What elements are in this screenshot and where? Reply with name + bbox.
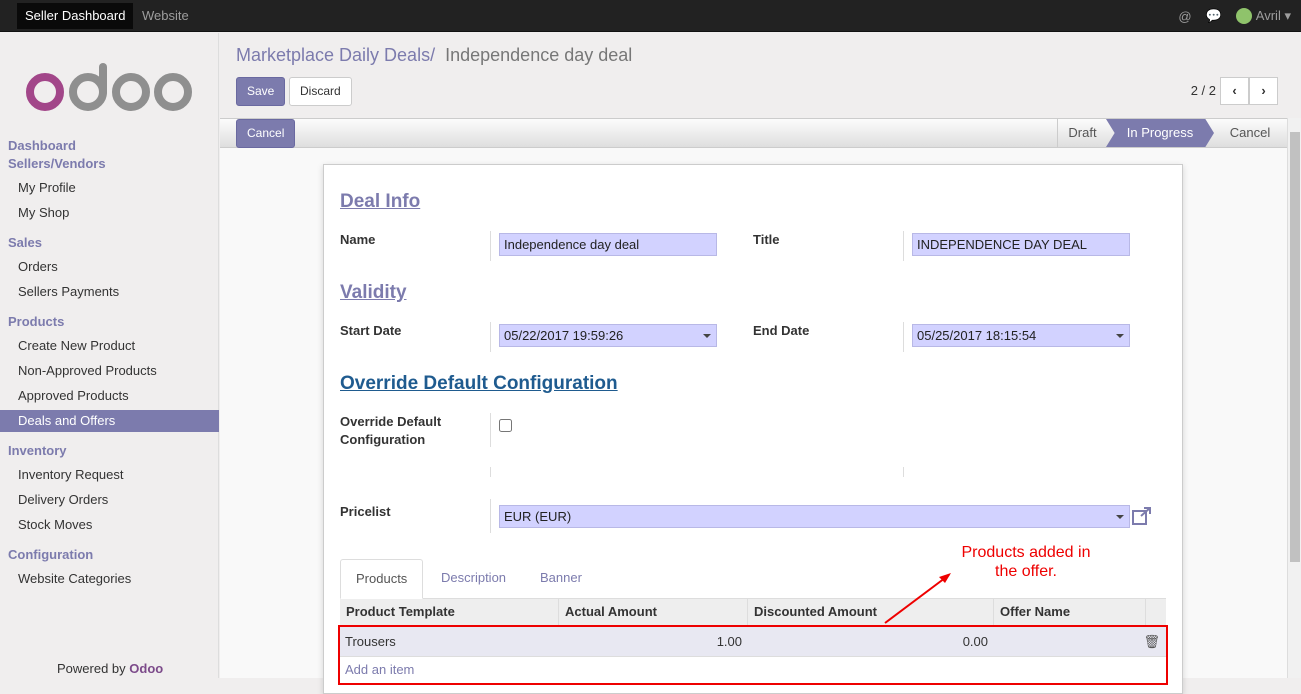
- table-header: Product Template Actual Amount Discounte…: [340, 599, 1166, 625]
- sidebar: Dashboard Sellers/Vendors My Profile My …: [0, 33, 219, 678]
- prev-record-button[interactable]: ‹: [1220, 77, 1249, 105]
- pricelist-select[interactable]: EUR (EUR): [499, 505, 1130, 528]
- title-label: Title: [753, 232, 780, 247]
- end-date-value: 05/25/2017 18:15:54: [917, 328, 1037, 343]
- pricelist-value: EUR (EUR): [504, 509, 572, 524]
- sidebar-item-approved[interactable]: Approved Products: [0, 385, 219, 407]
- col-product-template[interactable]: Product Template: [340, 599, 559, 625]
- section-override: Override Default Configuration: [340, 373, 618, 394]
- breadcrumb-sep: /: [430, 45, 436, 65]
- col-offer-name[interactable]: Offer Name: [994, 599, 1146, 625]
- menu-section-sales[interactable]: Sales: [8, 235, 42, 250]
- stage-in-progress[interactable]: In Progress: [1106, 119, 1214, 147]
- next-record-button[interactable]: ›: [1249, 77, 1278, 105]
- sidebar-item-my-profile[interactable]: My Profile: [0, 177, 219, 199]
- title-input[interactable]: INDEPENDENCE DAY DEAL: [912, 233, 1130, 256]
- sidebar-item-deals-offers[interactable]: Deals and Offers: [0, 410, 219, 432]
- sidebar-item-sellers-payments[interactable]: Sellers Payments: [0, 281, 219, 303]
- caret-down-icon: ▾: [1284, 7, 1291, 23]
- sidebar-item-inventory-request[interactable]: Inventory Request: [0, 464, 219, 486]
- odoo-link[interactable]: Odoo: [129, 661, 163, 676]
- sidebar-item-non-approved[interactable]: Non-Approved Products: [0, 360, 219, 382]
- annotation-line1: Products added in: [961, 544, 1091, 561]
- start-date-input[interactable]: 05/22/2017 19:59:26: [499, 324, 717, 347]
- sidebar-item-delivery-orders[interactable]: Delivery Orders: [0, 489, 219, 511]
- annotation-note: Products added in the offer.: [936, 543, 1116, 581]
- statusbar: Cancel Draft In Progress Cancel: [220, 118, 1287, 148]
- external-link-icon[interactable]: [1132, 507, 1152, 525]
- breadcrumb: Marketplace Daily Deals/ Independence da…: [236, 45, 632, 66]
- override-label-line1: Override Default: [340, 414, 442, 429]
- start-date-value: 05/22/2017 19:59:26: [504, 328, 624, 343]
- override-label: Override Default Configuration: [340, 413, 441, 449]
- menu-section-configuration[interactable]: Configuration: [8, 547, 93, 562]
- form-background: Deal Info Name Independence day deal Tit…: [220, 148, 1287, 694]
- scrollbar[interactable]: [1287, 118, 1301, 678]
- stage-cancel[interactable]: Cancel: [1220, 119, 1280, 147]
- sidebar-item-my-shop[interactable]: My Shop: [0, 202, 219, 224]
- main-content: Marketplace Daily Deals/ Independence da…: [220, 33, 1301, 694]
- menu-section-dashboard[interactable]: Dashboard: [8, 138, 76, 153]
- end-date-input[interactable]: 05/25/2017 18:15:54: [912, 324, 1130, 347]
- form-sheet: Deal Info Name Independence day deal Tit…: [323, 164, 1183, 694]
- odoo-logo: [26, 63, 192, 111]
- menu-section-products[interactable]: Products: [8, 314, 64, 329]
- annotation-line2: the offer.: [995, 563, 1057, 580]
- mention-icon[interactable]: @: [1178, 9, 1191, 24]
- tab-website[interactable]: Website: [134, 3, 197, 29]
- menu-section-inventory[interactable]: Inventory: [8, 443, 67, 458]
- section-validity: Validity: [340, 282, 407, 303]
- stage-draft[interactable]: Draft: [1057, 119, 1107, 147]
- start-date-label: Start Date: [340, 323, 402, 338]
- user-menu[interactable]: Avril ▾: [1235, 7, 1291, 25]
- highlight-box: [338, 625, 1168, 685]
- powered-label: Powered by: [57, 661, 126, 676]
- tab-banner[interactable]: Banner: [525, 559, 597, 599]
- discard-button[interactable]: Discard: [289, 77, 352, 106]
- tab-products[interactable]: Products: [340, 559, 424, 599]
- tab-seller-dashboard[interactable]: Seller Dashboard: [17, 3, 134, 29]
- powered-by: Powered by Odoo: [57, 661, 163, 676]
- dropdown-caret-icon: [1116, 334, 1124, 342]
- sidebar-item-orders[interactable]: Orders: [0, 256, 219, 278]
- col-actual-amount[interactable]: Actual Amount: [559, 599, 748, 625]
- pricelist-label: Pricelist: [340, 504, 391, 519]
- sidebar-item-create-product[interactable]: Create New Product: [0, 335, 219, 357]
- user-name: Avril: [1255, 7, 1281, 23]
- avatar: [1235, 8, 1252, 25]
- top-navbar: Seller Dashboard Website @ 💬 Avril ▾: [0, 0, 1301, 32]
- sidebar-item-stock-moves[interactable]: Stock Moves: [0, 514, 219, 536]
- sidebar-item-website-categories[interactable]: Website Categories: [0, 568, 219, 590]
- override-checkbox[interactable]: [499, 419, 512, 432]
- breadcrumb-parent[interactable]: Marketplace Daily Deals: [236, 45, 430, 65]
- menu-section-sellers[interactable]: Sellers/Vendors: [8, 156, 106, 171]
- name-label: Name: [340, 232, 376, 247]
- save-button[interactable]: Save: [236, 77, 286, 106]
- override-label-line2: Configuration: [340, 432, 426, 447]
- scrollbar-thumb[interactable]: [1290, 132, 1300, 562]
- breadcrumb-current: Independence day deal: [445, 45, 633, 65]
- end-date-label: End Date: [753, 323, 810, 338]
- dropdown-caret-icon: [703, 334, 711, 342]
- annotation-arrow: [884, 573, 951, 624]
- pager-value: 2 / 2: [1190, 83, 1216, 98]
- name-input[interactable]: Independence day deal: [499, 233, 717, 256]
- cancel-deal-button[interactable]: Cancel: [236, 119, 296, 148]
- section-deal-info: Deal Info: [340, 191, 421, 212]
- dropdown-caret-icon: [1116, 515, 1124, 523]
- tab-description[interactable]: Description: [426, 559, 521, 599]
- chat-icon[interactable]: 💬: [1206, 8, 1222, 24]
